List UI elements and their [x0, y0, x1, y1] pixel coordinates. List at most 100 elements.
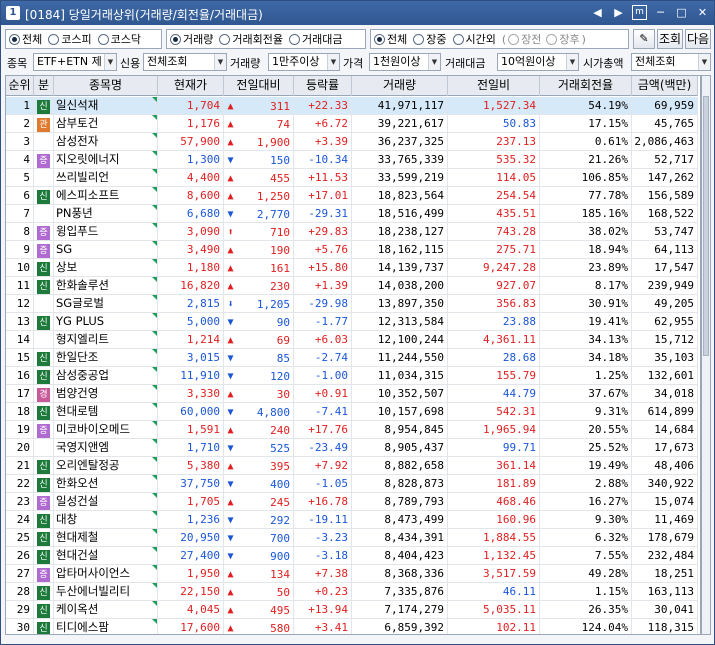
- cell-name[interactable]: 쓰리빌리언: [54, 169, 158, 187]
- next-button[interactable]: 다음: [685, 29, 711, 49]
- radio-sort-amount[interactable]: 거래대금: [288, 31, 342, 47]
- cell-name[interactable]: 일성건설: [54, 493, 158, 511]
- table-row[interactable]: 8 증 윙입푸드 3,090 ⬆ 710 +29.83 18,238,127 743.28 38.…: [6, 223, 698, 241]
- vertical-scrollbar[interactable]: [701, 75, 711, 635]
- cell-name[interactable]: 삼성중공업: [54, 367, 158, 385]
- cell-name[interactable]: 케이옥션: [54, 601, 158, 619]
- radio-sort-turnover[interactable]: 거래회전율: [219, 31, 283, 47]
- mcap-select[interactable]: 전체조회 ▼: [631, 53, 711, 71]
- cell-name[interactable]: 국영지앤엠: [54, 439, 158, 457]
- cell-name[interactable]: 한화오션: [54, 475, 158, 493]
- table-row[interactable]: 18 신 현대로템 60,000 ▼ 4,800 -7.41 10,157,698 542.31…: [6, 403, 698, 421]
- cell-name[interactable]: PN풍년: [54, 205, 158, 223]
- table-row[interactable]: 20 국영지앤엠 1,710 ▼ 525 -23.49 8,905,437 99.71 25.5…: [6, 439, 698, 457]
- header-turnover[interactable]: 거래회전율: [540, 76, 632, 96]
- radio-session-all[interactable]: 전체: [374, 31, 407, 47]
- settings-icon[interactable]: ✎: [633, 29, 655, 49]
- cell-name[interactable]: 지오릿에너지: [54, 151, 158, 169]
- header-rank[interactable]: 순위: [6, 76, 34, 96]
- table-row[interactable]: 28 신 두산에너빌리티 22,150 ▲ 50 +0.23 7,335,876 46.11 1.…: [6, 583, 698, 601]
- radio-premarket[interactable]: [508, 33, 520, 45]
- table-row[interactable]: 25 신 현대제철 20,950 ▼ 700 -3.23 8,434,391 1,884.55 6…: [6, 529, 698, 547]
- cell-name[interactable]: 에스피소프트: [54, 187, 158, 205]
- cell-name[interactable]: 오리엔탈정공: [54, 457, 158, 475]
- volume-select[interactable]: 1만주이상 ▼: [268, 53, 340, 71]
- header-type[interactable]: 분: [34, 76, 54, 96]
- memo-icon[interactable]: m: [632, 5, 647, 20]
- table-row[interactable]: 9 증 SG 3,490 ▲ 190 +5.76 18,162,115 275.71 18.94%…: [6, 241, 698, 259]
- cell-name[interactable]: 윙입푸드: [54, 223, 158, 241]
- table-row[interactable]: 17 경 범양건영 3,330 ▲ 30 +0.91 10,352,507 44.79 37.67…: [6, 385, 698, 403]
- scrollbar-thumb[interactable]: [703, 96, 709, 356]
- cell-name[interactable]: 범양건영: [54, 385, 158, 403]
- radio-sort-volume[interactable]: 거래량: [170, 31, 213, 47]
- prev-icon[interactable]: ◀: [590, 5, 605, 20]
- table-row[interactable]: 6 신 에스피소프트 8,600 ▲ 1,250 +17.01 18,823,564 254.5…: [6, 187, 698, 205]
- header-prev-ratio[interactable]: 전일비: [448, 76, 540, 96]
- minimize-icon[interactable]: ─: [653, 5, 668, 20]
- table-row[interactable]: 23 증 일성건설 1,705 ▲ 245 +16.78 8,789,793 468.46 16.…: [6, 493, 698, 511]
- table-row[interactable]: 11 신 한화솔루션 16,820 ▲ 230 +1.39 14,038,200 927.07 8…: [6, 277, 698, 295]
- cell-name[interactable]: 삼부토건: [54, 115, 158, 133]
- cell-name[interactable]: 압타머사이언스: [54, 565, 158, 583]
- header-change[interactable]: 전일대비: [224, 76, 294, 96]
- table-row[interactable]: 27 증 압타머사이언스 1,950 ▲ 134 +7.38 8,368,336 3,517.5…: [6, 565, 698, 583]
- table-row[interactable]: 14 형지엘리트 1,214 ▲ 69 +6.03 12,100,244 4,361.11 34…: [6, 331, 698, 349]
- maximize-icon[interactable]: □: [674, 5, 689, 20]
- table-row[interactable]: 5 쓰리빌리언 4,400 ▲ 455 +11.53 33,599,219 114.05 106…: [6, 169, 698, 187]
- amount-select[interactable]: 10억원이상 ▼: [497, 53, 579, 71]
- next-icon[interactable]: ▶: [611, 5, 626, 20]
- cell-name[interactable]: YG PLUS: [54, 313, 158, 331]
- header-amount[interactable]: 금액(백만): [632, 76, 698, 96]
- table-row[interactable]: 3 삼성전자 57,900 ▲ 1,900 +3.39 36,237,325 237.13 0.…: [6, 133, 698, 151]
- cell-name[interactable]: 대창: [54, 511, 158, 529]
- cell-name[interactable]: 한화솔루션: [54, 277, 158, 295]
- cell-name[interactable]: 한일단조: [54, 349, 158, 367]
- cell-name[interactable]: 형지엘리트: [54, 331, 158, 349]
- header-price[interactable]: 현재가: [158, 76, 224, 96]
- table-row[interactable]: 13 신 YG PLUS 5,000 ▼ 90 -1.77 12,313,584 23.88 19…: [6, 313, 698, 331]
- cell-name[interactable]: 티디에스팜: [54, 619, 158, 634]
- radio-postmarket[interactable]: [546, 33, 558, 45]
- header-name[interactable]: 종목명: [54, 76, 158, 96]
- radio-session-regular[interactable]: 장중: [413, 31, 447, 47]
- cell-name[interactable]: 상보: [54, 259, 158, 277]
- table-row[interactable]: 15 신 한일단조 3,015 ▼ 85 -2.74 11,244,550 28.68 34.18…: [6, 349, 698, 367]
- radio-market-all[interactable]: 전체: [9, 31, 42, 47]
- cell-name[interactable]: 두산에너빌리티: [54, 583, 158, 601]
- table-row[interactable]: 2 관 삼부토건 1,176 ▲ 74 +6.72 39,221,617 50.83 17.15%…: [6, 115, 698, 133]
- table-row[interactable]: 21 신 오리엔탈정공 5,380 ▲ 395 +7.92 8,882,658 361.14 19…: [6, 457, 698, 475]
- table-row[interactable]: 30 신 티디에스팜 17,600 ▲ 580 +3.41 6,859,392 102.11 12…: [6, 619, 698, 634]
- table-row[interactable]: 22 신 한화오션 37,750 ▼ 400 -1.05 8,828,873 181.89 2.8…: [6, 475, 698, 493]
- cell-name[interactable]: 미코바이오메드: [54, 421, 158, 439]
- table-row[interactable]: 16 신 삼성중공업 11,910 ▼ 120 -1.00 11,034,315 155.79 1…: [6, 367, 698, 385]
- table-row[interactable]: 19 증 미코바이오메드 1,591 ▲ 240 +17.76 8,954,845 1,965.…: [6, 421, 698, 439]
- table-row[interactable]: 26 신 현대건설 27,400 ▼ 900 -3.18 8,404,423 1,132.45 7…: [6, 547, 698, 565]
- table-row[interactable]: 4 증 지오릿에너지 1,300 ▼ 150 -10.34 33,765,339 535.32 2…: [6, 151, 698, 169]
- cell-name[interactable]: 삼성전자: [54, 133, 158, 151]
- close-icon[interactable]: ✕: [695, 5, 710, 20]
- header-volume[interactable]: 거래량: [352, 76, 448, 96]
- cell-name[interactable]: 현대제철: [54, 529, 158, 547]
- radio-market-kospi[interactable]: 코스피: [48, 31, 92, 47]
- cell-name[interactable]: 현대로템: [54, 403, 158, 421]
- credit-select[interactable]: 전체조회 ▼: [143, 53, 227, 71]
- radio-market-kosdaq[interactable]: 코스닥: [97, 31, 141, 47]
- table-row[interactable]: 24 신 대창 1,236 ▼ 292 -19.11 8,473,499 160.96 9.30%…: [6, 511, 698, 529]
- type-badge: 증: [37, 496, 50, 510]
- header-rate[interactable]: 등락률: [294, 76, 352, 96]
- radio-session-afterhours[interactable]: 시간외: [452, 31, 496, 47]
- cell-name[interactable]: SG: [54, 241, 158, 259]
- price-select[interactable]: 1천원이상 ▼: [369, 53, 441, 71]
- table-row[interactable]: 29 신 케이옥션 4,045 ▲ 495 +13.94 7,174,279 5,035.11 2…: [6, 601, 698, 619]
- table-row[interactable]: 10 신 상보 1,180 ▲ 161 +15.80 14,139,737 9,247.28 23…: [6, 259, 698, 277]
- item-select[interactable]: ETF+ETN 제 ▼: [33, 53, 117, 71]
- table-row[interactable]: 7 PN풍년 6,680 ▼ 2,770 -29.31 18,516,499 435.51 18…: [6, 205, 698, 223]
- query-button[interactable]: 조회: [657, 29, 683, 49]
- cell-name[interactable]: 현대건설: [54, 547, 158, 565]
- cell-name[interactable]: SG글로벌: [54, 295, 158, 313]
- table-row[interactable]: 12 SG글로벌 2,815 ⬇ 1,205 -29.98 13,897,350 356.83…: [6, 295, 698, 313]
- table-row[interactable]: 1 신 일신석재 1,704 ▲ 311 +22.33 41,971,117 1,527.34 5…: [6, 97, 698, 115]
- cell-amount: 163,113: [632, 583, 698, 601]
- cell-name[interactable]: 일신석재: [54, 97, 158, 115]
